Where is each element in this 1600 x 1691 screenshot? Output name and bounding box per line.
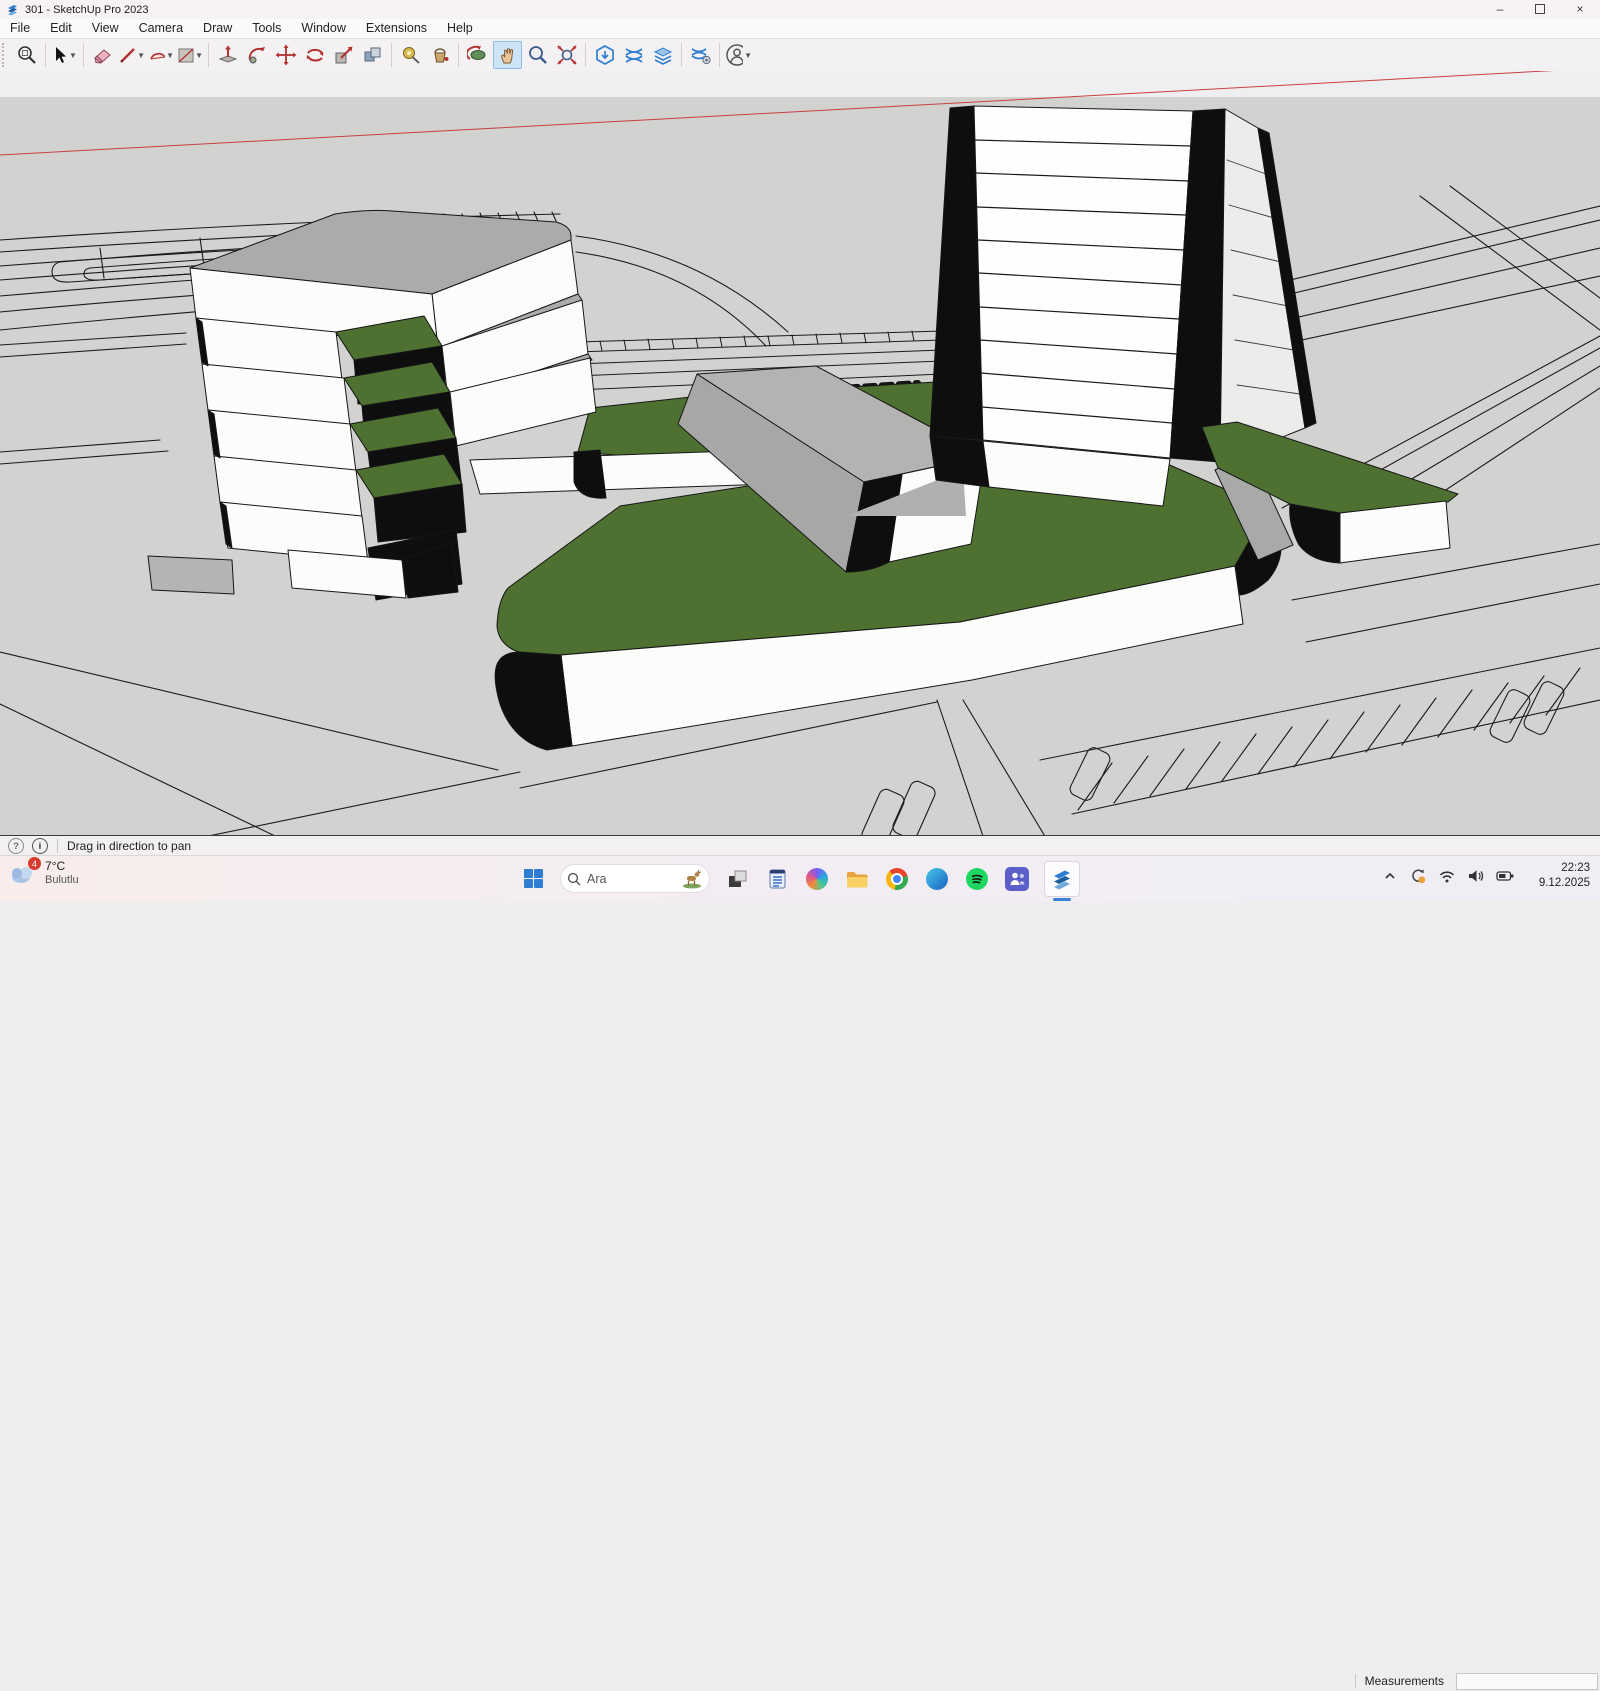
search-input[interactable]: Ara bbox=[560, 864, 710, 893]
geolocation-icon[interactable]: ? bbox=[8, 838, 24, 854]
start-button[interactable] bbox=[520, 866, 546, 892]
clock-date: 9.12.2025 bbox=[1539, 876, 1590, 891]
arc-tool-button[interactable]: ▼ bbox=[147, 42, 174, 68]
notepad-app-icon[interactable] bbox=[764, 866, 790, 892]
toolbar: ▼ ▼ ▼ ▼ bbox=[0, 39, 1600, 72]
follow-me-tool-button[interactable] bbox=[243, 42, 270, 68]
file-explorer-app-icon[interactable] bbox=[844, 866, 870, 892]
volume-tray-icon[interactable] bbox=[1467, 868, 1485, 889]
update-tray-icon[interactable] bbox=[1409, 867, 1427, 890]
weather-condition: Bulutlu bbox=[45, 874, 79, 887]
status-hint: Drag in direction to pan bbox=[67, 839, 191, 853]
scale-tool-button[interactable] bbox=[330, 42, 357, 68]
menu-extensions[interactable]: Extensions bbox=[356, 19, 437, 38]
taskbar: 4 7°C Bulutlu Ara bbox=[0, 855, 1600, 901]
select-tool-button[interactable]: ▼ bbox=[51, 42, 78, 68]
search-highlight-deer-icon bbox=[681, 869, 703, 889]
menu-edit[interactable]: Edit bbox=[40, 19, 82, 38]
window-title: 301 - SketchUp Pro 2023 bbox=[25, 4, 149, 16]
zoom-tool-button[interactable] bbox=[524, 42, 551, 68]
model-canvas[interactable]: Windows'u etkinleştir Windows'u etkinleş… bbox=[0, 71, 1600, 835]
close-button[interactable]: × bbox=[1560, 0, 1600, 19]
clock-time: 22:23 bbox=[1539, 861, 1590, 876]
orbit-tool-button[interactable] bbox=[464, 42, 491, 68]
toolbar-grip[interactable] bbox=[2, 43, 10, 67]
rotate-tool-button[interactable] bbox=[301, 42, 328, 68]
pan-tool-button[interactable] bbox=[493, 41, 522, 69]
components-button[interactable] bbox=[649, 42, 676, 68]
paste-in-place-tool-button[interactable] bbox=[359, 42, 386, 68]
sketchup-logo-icon bbox=[6, 3, 19, 16]
account-button[interactable]: ▼ bbox=[725, 42, 752, 68]
push-pull-tool-button[interactable] bbox=[214, 42, 241, 68]
spotify-app-icon[interactable] bbox=[964, 866, 990, 892]
menu-bar: File Edit View Camera Draw Tools Window … bbox=[0, 19, 1600, 39]
menu-tools[interactable]: Tools bbox=[242, 19, 291, 38]
restore-button[interactable] bbox=[1520, 0, 1560, 19]
menu-view[interactable]: View bbox=[82, 19, 129, 38]
menu-draw[interactable]: Draw bbox=[193, 19, 242, 38]
search-icon bbox=[567, 872, 581, 886]
sketchup-app-icon-active[interactable] bbox=[1044, 861, 1080, 897]
sketchup-scene bbox=[0, 71, 1600, 835]
teams-app-icon[interactable] bbox=[1004, 866, 1030, 892]
line-tool-button[interactable]: ▼ bbox=[118, 42, 145, 68]
warehouse-3d-button[interactable] bbox=[591, 42, 618, 68]
status-bar: ? i Drag in direction to pan Measurement… bbox=[0, 835, 1600, 856]
menu-camera[interactable]: Camera bbox=[129, 19, 193, 38]
copilot-app-icon[interactable] bbox=[804, 866, 830, 892]
move-tool-button[interactable] bbox=[272, 42, 299, 68]
tape-measure-tool-button[interactable] bbox=[397, 42, 424, 68]
eraser-tool-button[interactable] bbox=[89, 42, 116, 68]
active-app-indicator bbox=[1053, 898, 1071, 901]
weather-cloud-icon: 4 bbox=[8, 860, 40, 886]
weather-widget[interactable]: 4 7°C Bulutlu bbox=[8, 860, 79, 886]
hidden-icons-chevron[interactable] bbox=[1382, 868, 1398, 889]
measurements-label: Measurements bbox=[1365, 1674, 1444, 1688]
edge-app-icon[interactable] bbox=[924, 866, 950, 892]
wifi-tray-icon[interactable] bbox=[1438, 868, 1456, 889]
battery-tray-icon[interactable] bbox=[1496, 868, 1515, 889]
measurements-input[interactable] bbox=[1456, 1673, 1598, 1690]
search-placeholder: Ara bbox=[587, 872, 681, 886]
zoom-window-tool-button[interactable] bbox=[13, 42, 40, 68]
menu-file[interactable]: File bbox=[0, 19, 40, 38]
extension-warehouse-button[interactable] bbox=[620, 42, 647, 68]
menu-help[interactable]: Help bbox=[437, 19, 483, 38]
title-bar: 301 - SketchUp Pro 2023 – × bbox=[0, 0, 1600, 19]
menu-window[interactable]: Window bbox=[291, 19, 355, 38]
info-icon[interactable]: i bbox=[32, 838, 48, 854]
rectangle-tool-button[interactable]: ▼ bbox=[176, 42, 203, 68]
task-view-button[interactable] bbox=[724, 866, 750, 892]
minimize-button[interactable]: – bbox=[1480, 0, 1520, 19]
extension-manager-button[interactable] bbox=[687, 42, 714, 68]
weather-temp: 7°C bbox=[45, 860, 79, 874]
taskbar-clock[interactable]: 22:23 9.12.2025 bbox=[1539, 861, 1590, 891]
zoom-extents-tool-button[interactable] bbox=[553, 42, 580, 68]
paint-bucket-tool-button[interactable] bbox=[426, 42, 453, 68]
chrome-app-icon[interactable] bbox=[884, 866, 910, 892]
